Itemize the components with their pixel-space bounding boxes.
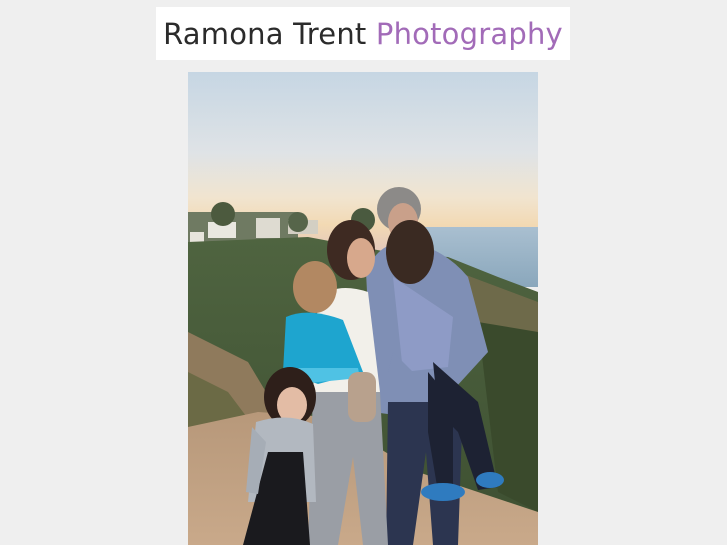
hero-photo [188, 72, 538, 545]
logo-name: Ramona Trent [163, 16, 367, 51]
logo-photography: Photography [375, 16, 563, 51]
site-logo[interactable]: Ramona Trent Photography [163, 17, 563, 51]
site-header: Ramona Trent Photography [156, 7, 570, 60]
